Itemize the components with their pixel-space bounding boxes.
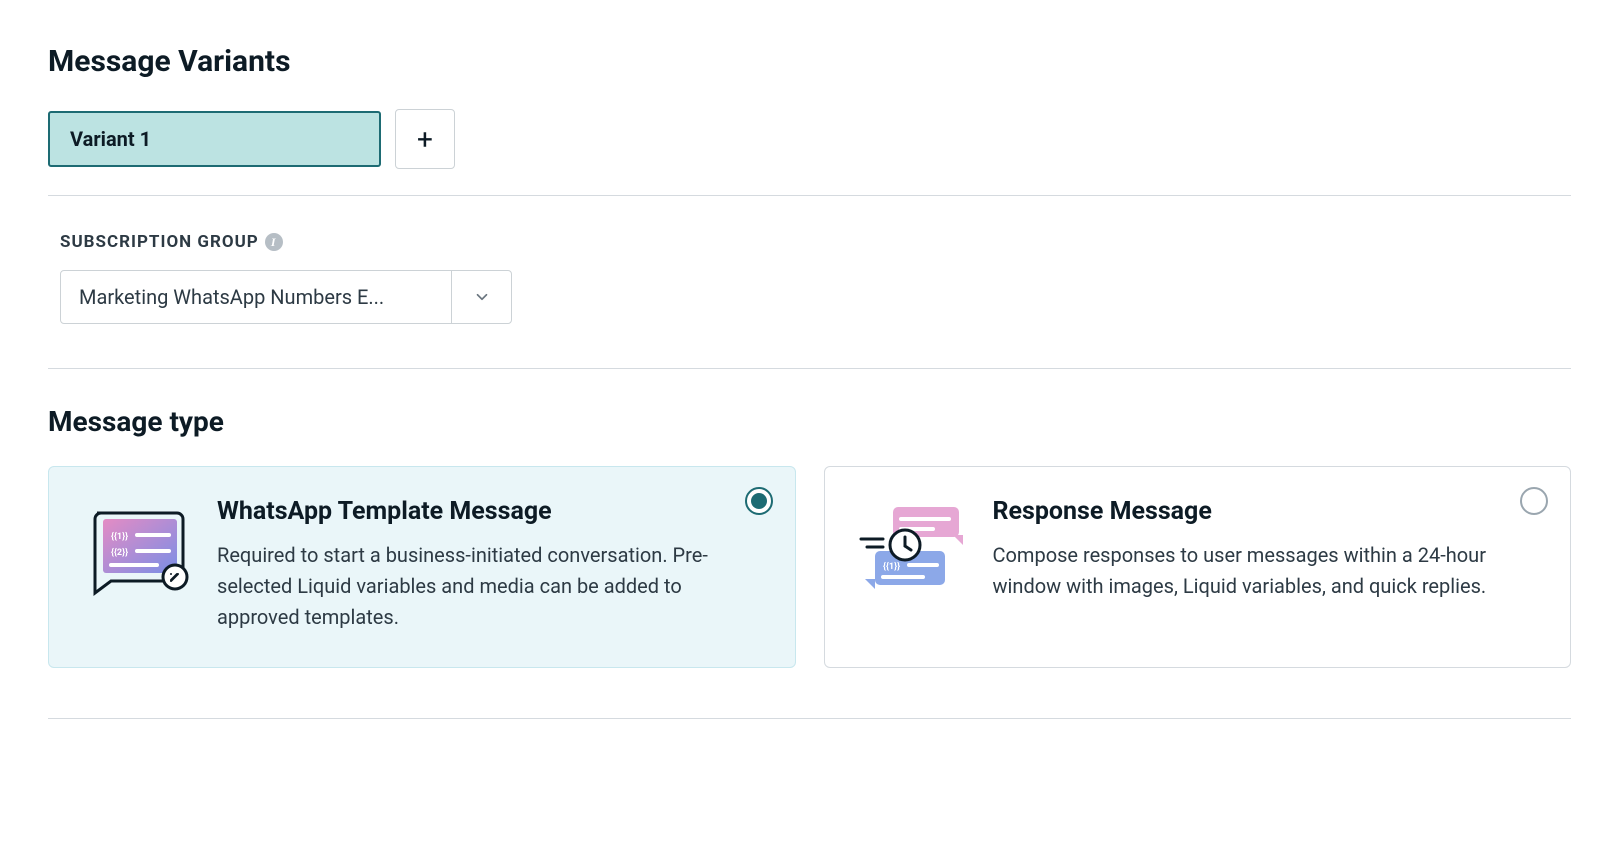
svg-text:{{2}}: {{2}} — [111, 548, 128, 558]
subscription-group-select[interactable]: Marketing WhatsApp Numbers E... — [60, 270, 512, 324]
card-title: WhatsApp Template Message — [217, 497, 751, 526]
message-type-card-template[interactable]: {{1}} {{2}} WhatsApp Template Message Re… — [48, 466, 796, 668]
add-variant-button[interactable]: + — [395, 109, 455, 169]
template-message-icon: {{1}} {{2}} — [77, 497, 197, 597]
variant-tab-1[interactable]: Variant 1 — [48, 111, 381, 167]
message-type-card-response[interactable]: {{1}} Response Message Compose responses… — [824, 466, 1572, 668]
subscription-group-label-text: SUBSCRIPTION GROUP — [60, 232, 259, 252]
subscription-group-label: SUBSCRIPTION GROUP i — [60, 232, 283, 252]
subscription-section: SUBSCRIPTION GROUP i Marketing WhatsApp … — [48, 196, 1571, 368]
info-icon[interactable]: i — [265, 233, 283, 251]
message-variants-title: Message Variants — [48, 44, 1571, 79]
response-message-icon: {{1}} — [853, 497, 973, 597]
radio-unselected[interactable] — [1520, 487, 1548, 515]
divider — [48, 718, 1571, 719]
message-type-options: {{1}} {{2}} WhatsApp Template Message Re… — [48, 466, 1571, 668]
svg-text:{{1}}: {{1}} — [883, 562, 900, 572]
card-body: WhatsApp Template Message Required to st… — [217, 497, 751, 633]
subscription-group-selected-value: Marketing WhatsApp Numbers E... — [61, 271, 451, 323]
card-description: Compose responses to user messages withi… — [993, 540, 1527, 602]
plus-icon: + — [417, 123, 433, 156]
variants-row: Variant 1 + — [48, 109, 1571, 169]
message-type-title: Message type — [48, 405, 1571, 438]
svg-text:{{1}}: {{1}} — [111, 532, 128, 542]
variant-tab-label: Variant 1 — [70, 127, 151, 151]
radio-selected[interactable] — [745, 487, 773, 515]
card-description: Required to start a business-initiated c… — [217, 540, 751, 633]
card-title: Response Message — [993, 497, 1527, 526]
card-body: Response Message Compose responses to us… — [993, 497, 1527, 602]
divider — [48, 368, 1571, 369]
chevron-down-icon — [451, 271, 511, 323]
